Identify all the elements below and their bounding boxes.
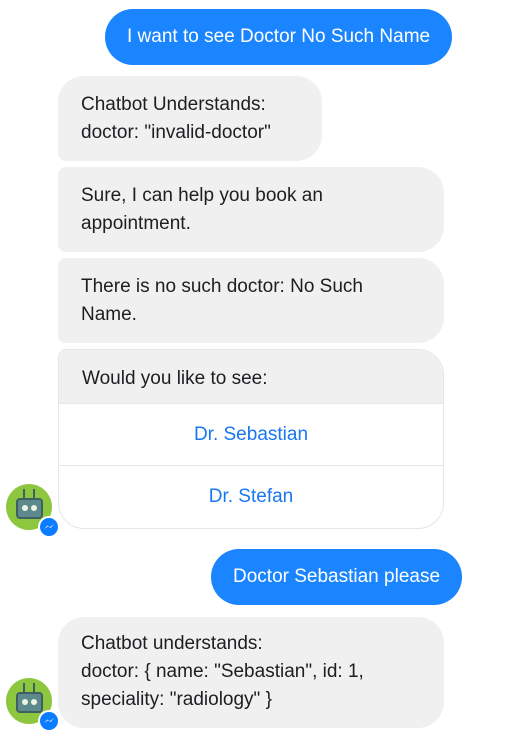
user-message: I want to see Doctor No Such Name (105, 9, 453, 65)
message-line: Sure, I can help you book an (81, 185, 323, 206)
message-line: doctor: { name: "Sebastian", id: 1, (81, 661, 364, 682)
messenger-icon (38, 710, 60, 732)
message-line: Chatbot understands: (81, 633, 263, 654)
bot-message: Chatbot understands: doctor: { name: "Se… (58, 617, 444, 728)
messenger-icon (38, 516, 60, 538)
bot-message: Chatbot Understands: doctor: "invalid-do… (58, 76, 322, 161)
quick-reply-card: Would you like to see: Dr. Sebastian Dr.… (58, 349, 444, 529)
message-line: doctor: "invalid-doctor" (81, 122, 271, 143)
message-line: speciality: "radiology" } (81, 689, 272, 710)
bot-avatar[interactable] (6, 484, 60, 538)
message-text: I want to see Doctor No Such Name (127, 26, 431, 47)
bot-message: There is no such doctor: No Such Name. (58, 258, 444, 343)
option-dr-stefan-button[interactable]: Dr. Stefan (59, 465, 443, 527)
message-line: Name. (81, 304, 137, 325)
message-text: Doctor Sebastian please (233, 566, 441, 587)
card-prompt: Would you like to see: (59, 350, 443, 403)
bot-message: Sure, I can help you book an appointment… (58, 167, 444, 252)
message-line: appointment. (81, 213, 191, 234)
message-line: Chatbot Understands: (81, 94, 266, 115)
bot-avatar[interactable] (6, 678, 60, 732)
option-dr-sebastian-button[interactable]: Dr. Sebastian (59, 403, 443, 465)
message-line: There is no such doctor: No Such (81, 276, 363, 297)
user-message: Doctor Sebastian please (211, 549, 463, 605)
